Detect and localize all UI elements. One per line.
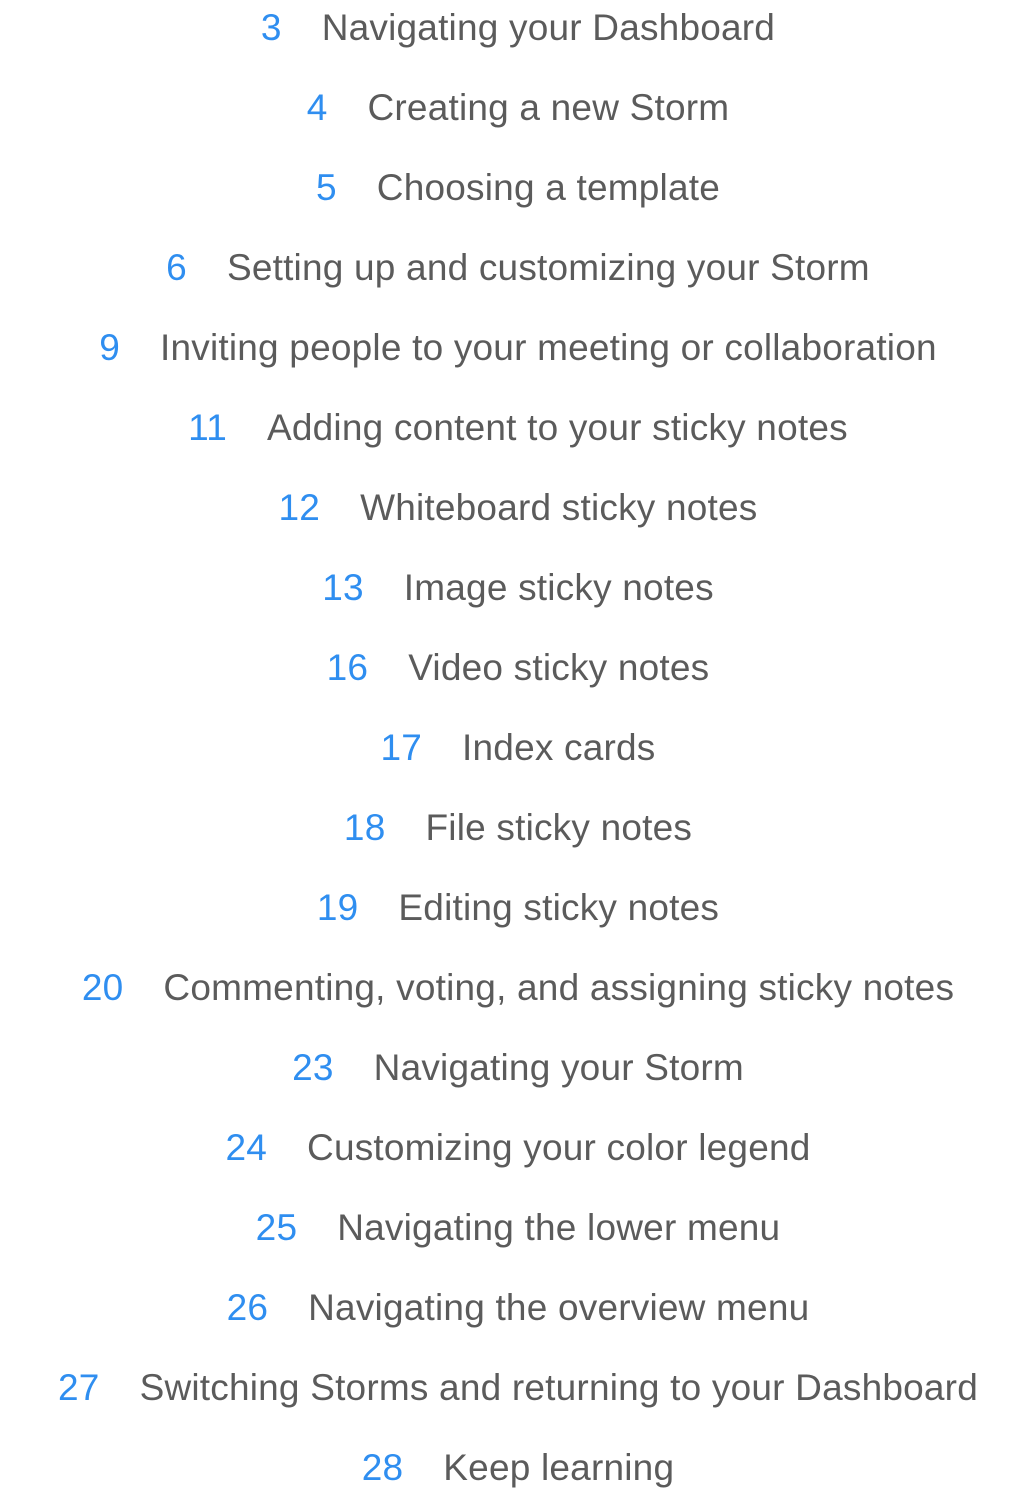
toc-entry-color-legend[interactable]: 24 Customizing your color legend xyxy=(0,1108,1036,1188)
toc-entry-title: Customizing your color legend xyxy=(307,1127,811,1168)
toc-entry-lower-menu[interactable]: 25 Navigating the lower menu xyxy=(0,1188,1036,1268)
toc-entry-inviting-people[interactable]: 9 Inviting people to your meeting or coll… xyxy=(0,308,1036,388)
toc-page-number: 23 xyxy=(292,1047,334,1088)
toc-page-number: 9 xyxy=(99,327,120,368)
toc-entry-setting-up-storm[interactable]: 6 Setting up and customizing your Storm xyxy=(0,228,1036,308)
toc-entry-title: Inviting people to your meeting or colla… xyxy=(159,327,937,368)
toc-page-number: 18 xyxy=(343,807,386,848)
toc-page-number: 16 xyxy=(326,647,369,688)
toc-entry-title: Video sticky notes xyxy=(408,647,710,688)
toc-entry-index-cards[interactable]: 17 Index cards xyxy=(0,708,1036,788)
toc-entry-title: Navigating the overview menu xyxy=(308,1287,810,1328)
toc-entry-choosing-template[interactable]: 5 Choosing a template xyxy=(0,148,1036,228)
toc-entry-title: Navigating your Dashboard xyxy=(321,7,776,48)
toc-entry-title: Setting up and customizing your Storm xyxy=(226,247,870,288)
toc-entry-title: Image sticky notes xyxy=(403,567,714,608)
toc-entry-commenting-voting[interactable]: 20 Commenting, voting, and assigning stic… xyxy=(0,948,1036,1028)
toc-entry-title: Whiteboard sticky notes xyxy=(360,487,758,528)
toc-entry-whiteboard-notes[interactable]: 12 Whiteboard sticky notes xyxy=(0,468,1036,548)
toc-entry-title: Switching Storms and returning to your D… xyxy=(139,1367,978,1408)
toc-page-number: 17 xyxy=(380,727,423,768)
toc-page-number: 28 xyxy=(361,1447,404,1488)
toc-page-number: 4 xyxy=(306,87,328,128)
toc-entry-title: Navigating the lower menu xyxy=(337,1207,781,1248)
toc-entry-editing-notes[interactable]: 19 Editing sticky notes xyxy=(0,868,1036,948)
toc-entry-image-notes[interactable]: 13 Image sticky notes xyxy=(0,548,1036,628)
toc-entry-title: Commenting, voting, and assigning sticky… xyxy=(163,967,955,1008)
toc-page-number: 13 xyxy=(322,567,364,608)
toc-entry-title: Keep learning xyxy=(443,1447,675,1488)
toc-page-number: 26 xyxy=(226,1287,269,1328)
toc-page-number: 11 xyxy=(188,407,227,448)
toc-entry-title: Editing sticky notes xyxy=(398,887,720,928)
toc-page-number: 25 xyxy=(255,1207,298,1248)
toc-entry-title: Adding content to your sticky notes xyxy=(266,407,848,448)
toc-page-number: 5 xyxy=(316,167,337,208)
toc-entry-file-notes[interactable]: 18 File sticky notes xyxy=(0,788,1036,868)
toc-entry-title: File sticky notes xyxy=(425,807,693,848)
toc-page-number: 3 xyxy=(260,7,282,48)
toc-page-number: 27 xyxy=(58,1367,100,1408)
toc-entry-navigating-storm[interactable]: 23 Navigating your Storm xyxy=(0,1028,1036,1108)
toc-entry-title: Navigating your Storm xyxy=(373,1047,744,1088)
toc-entry-switching-storms[interactable]: 27 Switching Storms and returning to your… xyxy=(0,1348,1036,1428)
toc-entry-title: Choosing a template xyxy=(376,167,720,208)
toc-entry-navigating-dashboard[interactable]: 3 Navigating your Dashboard xyxy=(0,0,1036,68)
toc-page-number: 6 xyxy=(166,247,187,288)
toc-entry-title: Index cards xyxy=(462,727,656,768)
toc-entry-video-notes[interactable]: 16 Video sticky notes xyxy=(0,628,1036,708)
toc-page-number: 12 xyxy=(278,487,321,528)
toc-entry-keep-learning[interactable]: 28 Keep learning xyxy=(0,1428,1036,1508)
toc-entry-adding-content[interactable]: 11 Adding content to your sticky notes xyxy=(0,388,1036,468)
toc-entry-title: Creating a new Storm xyxy=(367,87,730,128)
toc-entry-creating-storm[interactable]: 4 Creating a new Storm xyxy=(0,68,1036,148)
toc-page-number: 20 xyxy=(81,967,124,1008)
table-of-contents: 3 Navigating your Dashboard 4 Creating a n… xyxy=(0,0,1036,1488)
toc-page-number: 19 xyxy=(316,887,359,928)
toc-entry-overview-menu[interactable]: 26 Navigating the overview menu xyxy=(0,1268,1036,1348)
toc-page-number: 24 xyxy=(225,1127,268,1168)
